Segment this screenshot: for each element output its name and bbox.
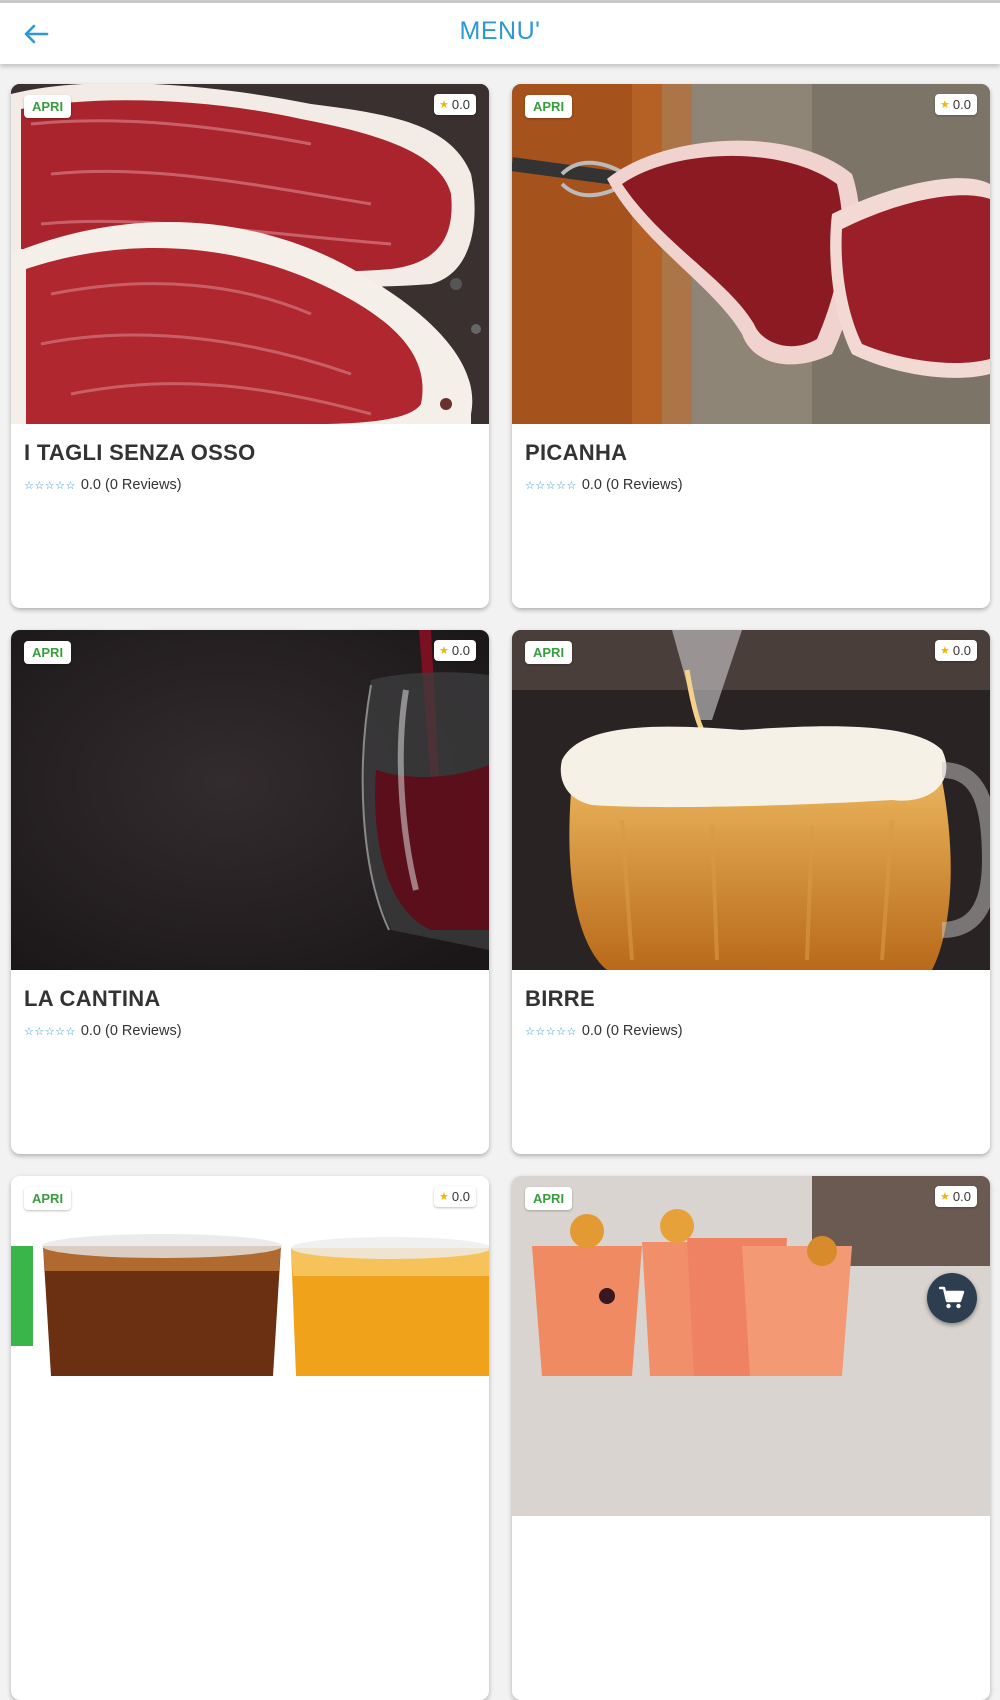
rating-badge: ★ 0.0 (935, 94, 977, 115)
rating-badge: ★ 0.0 (434, 94, 476, 115)
category-card-drinks[interactable]: APRI ★ 0.0 (11, 1176, 489, 1700)
star-icon: ★ (940, 645, 950, 657)
star-icon: ★ (439, 99, 449, 111)
category-name: BIRRE (525, 986, 595, 1011)
status-badge: APRI (525, 95, 573, 118)
reviews-row: ☆☆☆☆☆ 0.0 (0 Reviews) (525, 1023, 683, 1039)
reviews-row: ☆☆☆☆☆ 0.0 (0 Reviews) (24, 477, 182, 493)
rating-badge: ★ 0.0 (434, 1186, 476, 1207)
rating-badge: ★ 0.0 (935, 1186, 977, 1207)
status-badge: APRI (525, 1187, 573, 1210)
shopping-cart-icon (939, 1286, 965, 1309)
rating-value: 0.0 (451, 97, 470, 112)
rating-stars-icon: ☆☆☆☆☆ (24, 1025, 76, 1038)
category-card-cocktails[interactable]: APRI ★ 0.0 (512, 1176, 990, 1700)
category-card-tagli-senza-osso[interactable]: APRI ★ 0.0 I TAGLI SENZA OSSO ☆☆☆☆☆ 0.0 … (11, 84, 489, 608)
reviews-row: ☆☆☆☆☆ 0.0 (0 Reviews) (24, 1023, 182, 1039)
category-image (11, 630, 489, 970)
rating-value: 0.0 (952, 97, 971, 112)
rating-stars-icon: ☆☆☆☆☆ (24, 479, 76, 492)
category-name: PICANHA (525, 440, 628, 465)
status-badge: APRI (525, 641, 573, 664)
rating-stars-icon: ☆☆☆☆☆ (525, 1025, 577, 1038)
category-card-birre[interactable]: APRI ★ 0.0 BIRRE ☆☆☆☆☆ 0.0 (0 Reviews) (512, 630, 990, 1154)
page-title: MENU' (459, 17, 541, 45)
rating-value: 0.0 (952, 1189, 971, 1204)
category-image (512, 1176, 990, 1516)
star-icon: ★ (940, 99, 950, 111)
rating-value: 0.0 (451, 1189, 470, 1204)
reviews-text: 0.0 (0 Reviews) (581, 1023, 683, 1039)
star-icon: ★ (439, 645, 449, 657)
category-image (11, 1176, 489, 1516)
star-icon: ★ (940, 1191, 950, 1203)
category-image (11, 84, 489, 424)
category-card-picanha[interactable]: APRI ★ 0.0 PICANHA ☆☆☆☆☆ 0.0 (0 Reviews) (512, 84, 990, 608)
cart-button[interactable] (927, 1273, 977, 1323)
category-card-la-cantina[interactable]: APRI ★ 0.0 LA CANTINA ☆☆☆☆☆ 0.0 (0 Revie… (11, 630, 489, 1154)
rating-badge: ★ 0.0 (935, 640, 977, 661)
rating-badge: ★ 0.0 (434, 640, 476, 661)
reviews-text: 0.0 (0 Reviews) (80, 1023, 182, 1039)
rating-value: 0.0 (952, 643, 971, 658)
reviews-text: 0.0 (0 Reviews) (581, 477, 683, 493)
status-badge: APRI (24, 1187, 72, 1210)
category-image (512, 84, 990, 424)
category-name: LA CANTINA (24, 986, 161, 1011)
app-bar: MENU' (0, 3, 1000, 64)
status-badge: APRI (24, 95, 72, 118)
status-badge: APRI (24, 641, 72, 664)
reviews-text: 0.0 (0 Reviews) (80, 477, 182, 493)
reviews-row: ☆☆☆☆☆ 0.0 (0 Reviews) (525, 477, 683, 493)
category-name: I TAGLI SENZA OSSO (24, 440, 256, 465)
star-icon: ★ (439, 1191, 449, 1203)
rating-value: 0.0 (451, 643, 470, 658)
category-image (512, 630, 990, 970)
rating-stars-icon: ☆☆☆☆☆ (525, 479, 577, 492)
